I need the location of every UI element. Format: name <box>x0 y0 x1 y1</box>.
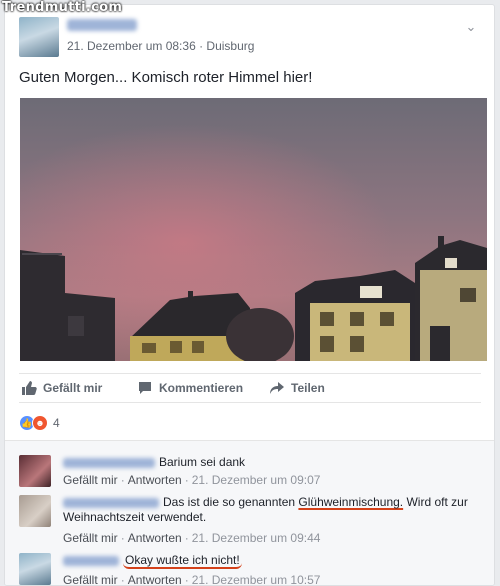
commenter-avatar[interactable] <box>19 553 51 585</box>
like-button[interactable]: Gefällt mir <box>21 380 102 396</box>
comment-like-link[interactable]: Gefällt mir <box>63 531 118 545</box>
commenter-name-blurred[interactable] <box>63 497 159 508</box>
author-name-blurred[interactable] <box>67 19 137 31</box>
reaction-count: 4 <box>53 416 60 430</box>
like-label: Gefällt mir <box>43 381 103 395</box>
comment-time[interactable]: 21. Dezember um 09:44 <box>192 531 321 545</box>
comment-like-link[interactable]: Gefällt mir <box>63 573 118 585</box>
separator-dot: · <box>120 531 125 545</box>
comment-body: Okay wußte ich nicht! <box>63 553 483 569</box>
post-photo[interactable] <box>20 98 487 361</box>
reactions-summary[interactable]: 👍 ☻ 4 <box>19 415 60 431</box>
post-text: Guten Morgen... Komisch roter Himmel hie… <box>19 69 313 86</box>
post-header: 21. Dezember um 08:36 · Duisburg ⌄ <box>19 17 479 57</box>
author-avatar[interactable] <box>19 17 59 57</box>
comment-reply-link[interactable]: Antworten <box>128 573 182 585</box>
share-button[interactable]: Teilen <box>269 380 325 396</box>
commenter-name-blurred[interactable] <box>63 555 119 566</box>
angry-reaction-icon: ☻ <box>32 415 48 431</box>
share-label: Teilen <box>291 381 325 395</box>
comment-text-before: Das ist die so genannten <box>163 495 299 509</box>
commenter-name-blurred[interactable] <box>63 457 155 468</box>
commenter-avatar[interactable] <box>19 455 51 487</box>
separator-dot: · <box>120 573 125 586</box>
comment-text: Barium sei dank <box>159 455 246 469</box>
separator-dot: · <box>184 473 189 487</box>
comment-icon <box>137 380 153 396</box>
comment-actions: Gefällt mir · Antworten · 21. Dezember um 09… <box>63 473 320 487</box>
comment-like-link[interactable]: Gefällt mir <box>63 473 118 487</box>
comment-body: Barium sei dank <box>63 455 483 470</box>
separator-dot: · <box>184 531 189 545</box>
comments-section: Barium sei dank Gefällt mir · Antworten · 21… <box>5 440 494 586</box>
watermark: Trendmutti.com <box>2 0 123 15</box>
red-sky-photo <box>20 98 487 361</box>
commenter-avatar[interactable] <box>19 495 51 527</box>
comment-actions: Gefällt mir · Antworten · 21. Dezember um 09… <box>63 531 320 545</box>
comment-time[interactable]: 21. Dezember um 09:07 <box>192 473 321 487</box>
comment-actions: Gefällt mir · Antworten · 21. Dezember um 10… <box>63 573 321 586</box>
comment-reply-link[interactable]: Antworten <box>128 531 182 545</box>
facebook-post-card: 21. Dezember um 08:36 · Duisburg ⌄ Guten… <box>4 4 495 586</box>
comment-reply-link[interactable]: Antworten <box>128 473 182 487</box>
separator-dot: · <box>120 473 125 487</box>
comment-button[interactable]: Kommentieren <box>137 380 243 396</box>
comment-label: Kommentieren <box>159 381 244 395</box>
post-meta[interactable]: 21. Dezember um 08:36 · Duisburg <box>67 39 254 53</box>
comment-time[interactable]: 21. Dezember um 10:57 <box>192 573 321 585</box>
comment-highlighted-word: Glühweinmischung. <box>298 495 404 509</box>
share-arrow-icon <box>269 380 285 396</box>
comment-text: Okay wußte ich nicht! <box>123 553 242 569</box>
chevron-down-icon[interactable]: ⌄ <box>463 19 479 35</box>
post-actions-bar: Gefällt mir Kommentieren Teilen <box>19 373 481 403</box>
separator-dot: · <box>184 573 189 586</box>
thumbs-up-icon <box>21 380 37 396</box>
comment-body: Das ist die so genannten Glühweinmischun… <box>63 495 483 525</box>
